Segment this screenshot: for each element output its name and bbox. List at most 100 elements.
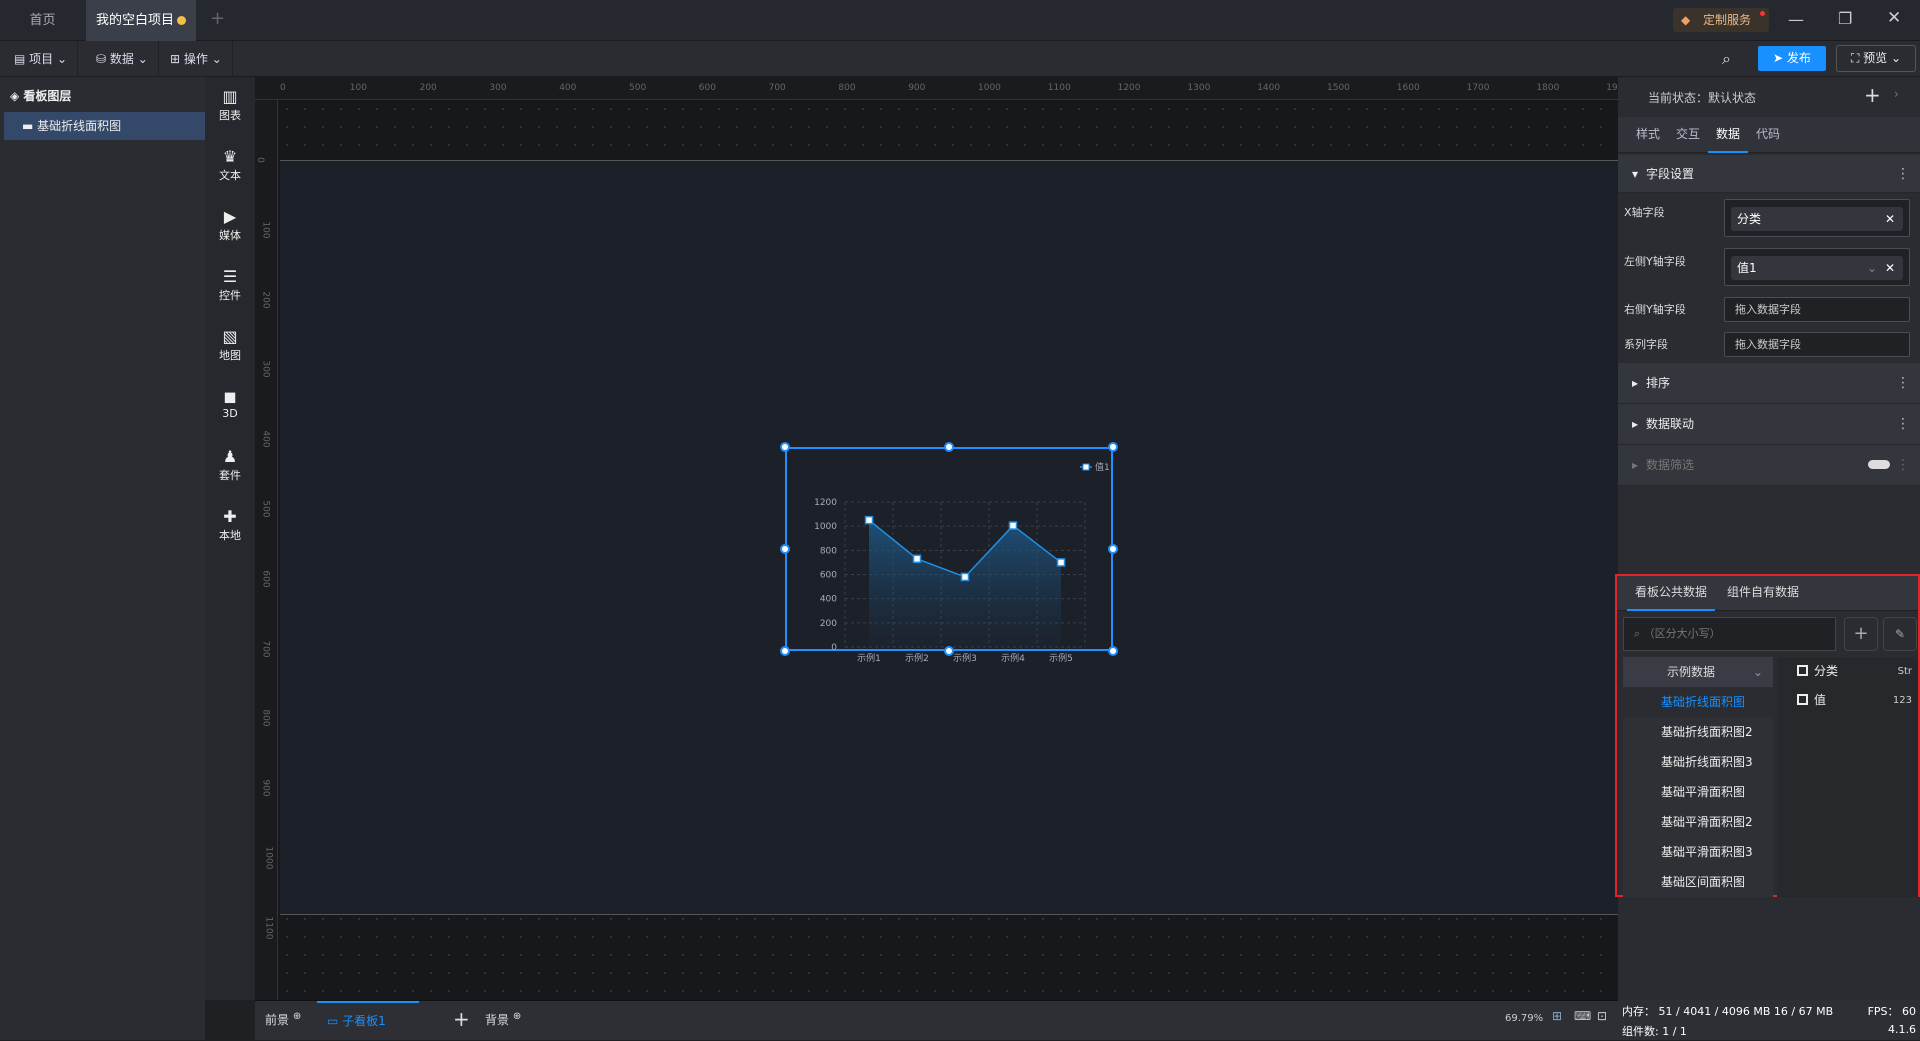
- component-3d[interactable]: ◼ 3D: [205, 387, 255, 420]
- filter-toggle[interactable]: [1868, 460, 1890, 469]
- data-point: [912, 554, 922, 564]
- publish-button[interactable]: ➤ 发布: [1758, 46, 1826, 71]
- add-dataset-button[interactable]: +: [1844, 617, 1878, 651]
- x-field-chip[interactable]: 分类 ✕: [1731, 207, 1903, 231]
- close-icon[interactable]: ✕: [1885, 207, 1895, 231]
- chevron-down-icon[interactable]: ⌄: [1867, 256, 1877, 280]
- area-chart: 0 200 400 600 800 1000 1200 示例1 示例2 示例3 示例4 示例5 值1: [780, 442, 1118, 664]
- ruler-tick-label: 700: [768, 83, 786, 93]
- ruler-tick-label: 1400: [1257, 83, 1281, 93]
- component-media[interactable]: ▶ 媒体: [205, 207, 255, 243]
- left-y-field-box[interactable]: 值1 ⌄ ✕: [1724, 248, 1910, 286]
- legend-label: 值1: [1095, 461, 1110, 473]
- preview-button[interactable]: ⛶ 预览 ⌄: [1836, 45, 1916, 72]
- terminal-icon[interactable]: ⊡: [1597, 1009, 1607, 1023]
- foreground-tab[interactable]: 前景 ⊕: [265, 1011, 301, 1028]
- add-tab-button[interactable]: +: [210, 8, 225, 29]
- tab-own-data[interactable]: 组件自有数据: [1719, 576, 1807, 611]
- bottom-bar: 前景 ⊕ ▭ 子看板1 + 背景 ⊕ 69.79% ⊞ ⌨ ⊡: [255, 1000, 1618, 1040]
- data-point: [1008, 521, 1018, 530]
- unsaved-dot: [177, 16, 186, 25]
- dataset-item[interactable]: 基础折线面积图: [1623, 687, 1773, 717]
- chart-widget[interactable]: 0 200 400 600 800 1000 1200 示例1 示例2 示例3 示例4 示例5 值1: [780, 442, 1118, 664]
- edit-icon[interactable]: ✎: [1883, 617, 1917, 651]
- ruler-tick-label: 900: [260, 779, 271, 797]
- dataset-group-select[interactable]: 示例数据 ⌄: [1623, 657, 1773, 687]
- ruler-tick-label: 0: [254, 157, 265, 163]
- tab-public-data[interactable]: 看板公共数据: [1627, 576, 1716, 611]
- operate-menu[interactable]: ⊞ 操作 ⌄: [160, 41, 233, 77]
- ruler-tick-label: 900: [908, 83, 926, 93]
- ruler-tick-label: 1000: [263, 846, 274, 870]
- data-menu[interactable]: ⛁ 数据 ⌄: [86, 41, 159, 77]
- layer-item[interactable]: ▬ 基础折线面积图: [4, 112, 205, 140]
- y-tick-label: 200: [820, 619, 837, 629]
- keyboard-icon[interactable]: ⌨: [1574, 1009, 1591, 1023]
- dataset-item[interactable]: 基础区间面积图: [1623, 867, 1773, 897]
- restore-button[interactable]: ❐: [1838, 9, 1852, 28]
- x-field-box[interactable]: 分类 ✕: [1724, 199, 1910, 237]
- field-settings-header[interactable]: ▾ 字段设置 ⋮: [1618, 155, 1920, 193]
- text-icon: ♛: [222, 147, 238, 166]
- chevron-right-icon[interactable]: ›: [1894, 87, 1899, 101]
- close-icon[interactable]: ✕: [1885, 256, 1895, 280]
- fit-screen-icon[interactable]: ⊞: [1552, 1009, 1562, 1023]
- dataset-item[interactable]: 基础平滑面积图3: [1623, 837, 1773, 867]
- component-label: 控件: [219, 289, 241, 302]
- area-fill: [869, 520, 1061, 647]
- project-menu[interactable]: ▤ 项目 ⌄: [4, 41, 79, 77]
- ruler-top: 0 100 200 300 400 500 600 700 800 900 1000 1100 1200…: [255, 77, 1629, 100]
- ruler-tick-label: 400: [559, 83, 577, 93]
- component-local[interactable]: ✚ 本地: [205, 507, 255, 543]
- field-type: 123: [1892, 695, 1912, 706]
- field-item[interactable]: 值 123: [1777, 686, 1918, 715]
- dataset-search-input[interactable]: ⌕ （区分大小写）: [1623, 617, 1836, 651]
- ruler-tick-label: 700: [260, 640, 271, 658]
- data-linkage-section[interactable]: ▸ 数据联动 ⋮: [1618, 404, 1920, 445]
- custom-service-button[interactable]: ◆ 定制服务: [1673, 8, 1769, 32]
- dataset-item[interactable]: 基础平滑面积图2: [1623, 807, 1773, 837]
- data-filter-section[interactable]: ▸ 数据筛选 ⋮: [1618, 445, 1920, 486]
- dataset-item[interactable]: 基础折线面积图3: [1623, 747, 1773, 777]
- tab-data[interactable]: 数据: [1708, 117, 1749, 153]
- search-icon[interactable]: ⌕: [1722, 49, 1731, 69]
- current-state: 当前状态：默认状态: [1648, 91, 1757, 105]
- minimize-button[interactable]: —: [1788, 10, 1804, 29]
- subboard-tab[interactable]: ▭ 子看板1: [317, 1001, 419, 1041]
- right-y-field-input[interactable]: 拖入数据字段: [1724, 297, 1910, 322]
- left-y-field-chip[interactable]: 值1 ⌄ ✕: [1731, 256, 1903, 280]
- control-icon: ☰: [222, 267, 238, 286]
- component-suite[interactable]: ♟ 套件: [205, 447, 255, 483]
- field-item[interactable]: 分类 Str: [1777, 657, 1918, 686]
- series-field-input[interactable]: 拖入数据字段: [1724, 332, 1910, 357]
- ruler-tick-label: 1800: [1536, 83, 1560, 93]
- close-button[interactable]: ✕: [1887, 8, 1901, 28]
- resize-handle: [944, 646, 954, 656]
- tab-project[interactable]: 我的空白项目: [86, 0, 196, 41]
- ruler-tick-label: 500: [260, 500, 271, 518]
- component-label: 套件: [219, 469, 241, 482]
- add-state-button[interactable]: +: [1864, 83, 1881, 107]
- component-control[interactable]: ☰ 控件: [205, 267, 255, 303]
- checkbox[interactable]: [1797, 665, 1808, 676]
- zoom-level[interactable]: 69.79%: [1505, 1013, 1543, 1024]
- ruler-tick-label: 1300: [1187, 83, 1211, 93]
- component-chart[interactable]: ▥ 图表: [205, 87, 255, 123]
- y-tick-label: 600: [820, 571, 837, 581]
- checkbox[interactable]: [1797, 694, 1808, 705]
- tab-code[interactable]: 代码: [1748, 117, 1788, 153]
- resize-handle: [1108, 646, 1118, 656]
- tab-home[interactable]: 首页: [0, 0, 85, 41]
- dataset-item[interactable]: 基础平滑面积图: [1623, 777, 1773, 807]
- component-map[interactable]: ▧ 地图: [205, 327, 255, 363]
- tab-interaction[interactable]: 交互: [1668, 117, 1708, 153]
- background-tab[interactable]: 背景 ⊕: [485, 1011, 521, 1028]
- tab-style[interactable]: 样式: [1628, 117, 1668, 153]
- status-bar: 内存： 51 / 4041 / 4096 MB 16 / 67 MB FPS： …: [1618, 1000, 1920, 1040]
- component-text[interactable]: ♛ 文本: [205, 147, 255, 183]
- field-list: 分类 Str 值 123: [1777, 657, 1918, 897]
- add-subboard-button[interactable]: +: [453, 1007, 470, 1031]
- suite-icon: ♟: [222, 447, 238, 466]
- dataset-item[interactable]: 基础折线面积图2: [1623, 717, 1773, 747]
- sort-section[interactable]: ▸ 排序 ⋮: [1618, 363, 1920, 404]
